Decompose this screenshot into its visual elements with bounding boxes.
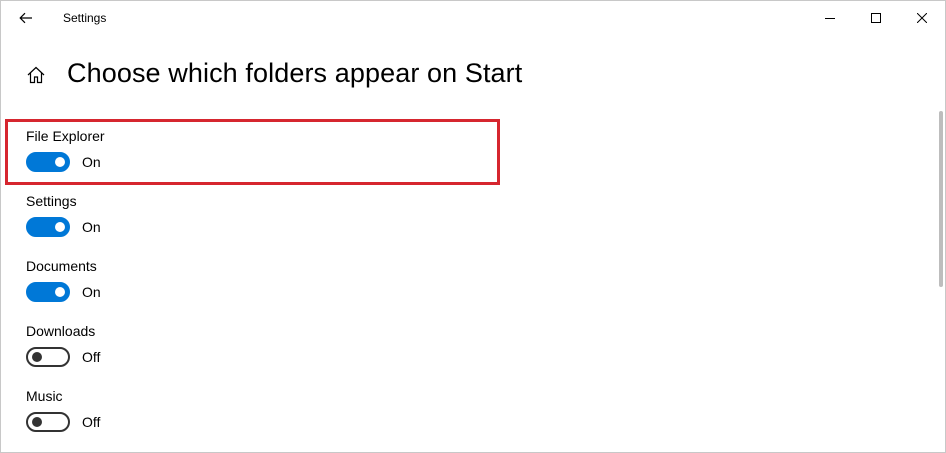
setting-documents: Documents On	[26, 258, 326, 316]
toggle-switch[interactable]	[26, 217, 70, 237]
close-button[interactable]	[899, 1, 945, 35]
setting-music: Music Off	[26, 388, 326, 446]
documents-toggle[interactable]: On	[26, 281, 101, 303]
toggle-state-label: Off	[82, 414, 101, 430]
home-button[interactable]	[23, 62, 49, 88]
toggle-state-label: Off	[82, 349, 101, 365]
home-icon	[27, 66, 45, 84]
page-title: Choose which folders appear on Start	[67, 58, 523, 88]
toggle-state-label: On	[82, 284, 101, 300]
back-button[interactable]	[9, 3, 43, 33]
maximize-button[interactable]	[853, 1, 899, 35]
setting-label: Music	[26, 388, 63, 404]
close-icon	[917, 13, 927, 23]
toggle-state-label: On	[82, 154, 101, 170]
toggle-knob	[32, 352, 42, 362]
minimize-button[interactable]	[807, 1, 853, 35]
toggle-knob	[55, 287, 65, 297]
vertical-scrollbar[interactable]	[939, 111, 943, 287]
minimize-icon	[825, 18, 835, 19]
setting-settings: Settings On	[26, 193, 326, 251]
toggle-switch[interactable]	[26, 282, 70, 302]
setting-label: Settings	[26, 193, 77, 209]
toggle-knob	[55, 222, 65, 232]
setting-label: File Explorer	[26, 128, 105, 144]
setting-file-explorer: File Explorer On	[26, 128, 326, 186]
toggle-state-label: On	[82, 219, 101, 235]
music-toggle[interactable]: Off	[26, 411, 100, 433]
setting-label: Downloads	[26, 323, 96, 339]
settings-toggle[interactable]: On	[26, 216, 101, 238]
window-title: Settings	[63, 11, 107, 25]
toggle-switch[interactable]	[26, 347, 70, 367]
toggle-knob	[55, 157, 65, 167]
downloads-toggle[interactable]: Off	[26, 346, 100, 368]
settings-window: Settings Choose which folders appear on …	[0, 0, 946, 453]
maximize-icon	[871, 13, 881, 23]
setting-label: Documents	[26, 258, 97, 274]
toggle-switch[interactable]	[26, 412, 70, 432]
title-bar: Settings	[1, 1, 945, 35]
file-explorer-toggle[interactable]: On	[26, 151, 101, 173]
toggle-switch[interactable]	[26, 152, 70, 172]
back-arrow-icon	[19, 12, 32, 24]
toggle-knob	[32, 417, 42, 427]
setting-downloads: Downloads Off	[26, 323, 326, 381]
